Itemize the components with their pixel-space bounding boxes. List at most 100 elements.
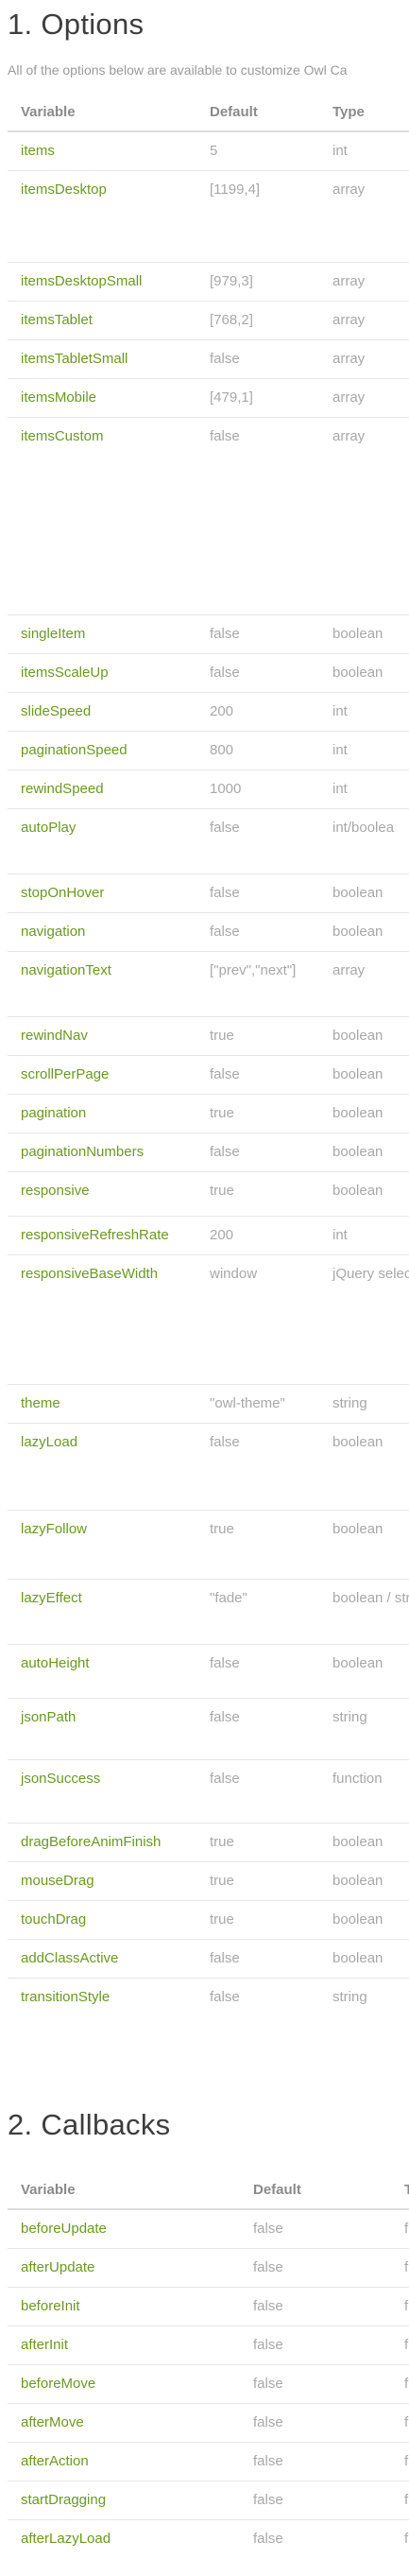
default-cell: 200 [196, 1216, 319, 1255]
default-cell: 800 [196, 731, 319, 770]
type-cell: array [319, 339, 409, 379]
variable-cell: autoHeight [8, 1644, 196, 1699]
type-cell: f [391, 2248, 409, 2288]
type-cell: boolean [319, 1055, 409, 1095]
default-cell: false [240, 2403, 391, 2443]
type-cell: f [404, 2221, 409, 2237]
options-intro-text: All of the options below are available t… [8, 62, 348, 78]
default-cell: false [196, 808, 319, 874]
column-header-type: Type [319, 93, 409, 132]
options-table: Variable Default Type items 5 int itemsDesk… [8, 93, 409, 2016]
type-cell: boolean [319, 873, 409, 913]
default-cell: [479,1] [196, 378, 319, 418]
default-cell: false [196, 1423, 319, 1511]
table-row: beforeUpdate false f [8, 2209, 409, 2249]
table-row: addClassActive false boolean [8, 1939, 409, 1979]
type-cell: boolean [319, 1510, 409, 1580]
variable-cell: afterInit [8, 2325, 240, 2365]
default-cell: false [240, 2442, 391, 2481]
type-cell: boolean [319, 1900, 409, 1940]
column-header-type: T [391, 2170, 409, 2210]
table-row: theme "owl-theme" string [8, 1384, 409, 1424]
table-row: beforeMove false f [8, 2364, 409, 2404]
variable-cell: singleItem [8, 614, 196, 654]
table-row: itemsDesktopSmall [979,3] array [8, 262, 409, 302]
variable-cell: afterAction [8, 2442, 240, 2481]
default-cell: [768,2] [196, 301, 319, 340]
table-row: responsiveBaseWidthwindowjQuery selector [8, 1254, 409, 1385]
options-intro-wrap: All of the options below are available t… [8, 62, 409, 83]
table-row: responsiveRefreshRate 200 int [8, 1216, 409, 1255]
default-cell: "fade" [196, 1579, 319, 1645]
type-cell: boolean [319, 653, 409, 693]
variable-cell: mouseDrag [8, 1861, 196, 1901]
default-cell: window [196, 1254, 319, 1385]
table-row: autoPlay false int/boolea [8, 808, 409, 874]
default-cell: false [240, 2519, 391, 2558]
column-header-variable: Variable [8, 93, 196, 132]
default-cell: 200 [196, 692, 319, 732]
default-cell: false [196, 614, 319, 654]
variable-cell: stopOnHover [8, 873, 196, 913]
table-row: transitionStyle false string [8, 1978, 409, 2016]
table-row: itemsDesktop [1199,4] array [8, 170, 409, 263]
table-row: dragBeforeAnimFinish true boolean [8, 1823, 409, 1862]
variable-cell: touchDrag [8, 1900, 196, 1940]
default-cell: true [196, 1016, 319, 1056]
variable-cell: lazyEffect [8, 1579, 196, 1645]
variable-cell: beforeUpdate [21, 2221, 107, 2237]
type-cell: int/boolea [319, 808, 409, 874]
type-cell: boolean [319, 1861, 409, 1901]
variable-cell: itemsTabletSmall [8, 339, 196, 379]
variable-cell: paginationSpeed [8, 731, 196, 770]
type-cell: int [319, 731, 409, 770]
table-row: jsonPath false string [8, 1698, 409, 1760]
variable-cell: itemsTablet [8, 301, 196, 340]
type-cell: array [319, 417, 409, 615]
type-cell: boolean [319, 614, 409, 654]
variable-cell: scrollPerPage [8, 1055, 196, 1095]
variable-cell: lazyLoad [8, 1423, 196, 1511]
variable-cell: itemsDesktop [8, 170, 196, 263]
default-cell: false [196, 912, 319, 952]
default-cell: false [240, 2248, 391, 2288]
type-cell: array [319, 170, 409, 263]
table-row: paginationNumbers false boolean [8, 1132, 409, 1172]
type-cell: boolean [319, 1644, 409, 1699]
variable-cell: beforeMove [8, 2364, 240, 2404]
type-cell: array [319, 301, 409, 340]
default-cell: true [196, 1510, 319, 1580]
callbacks-table-body: beforeUpdate false f afterUpdate false f befor… [8, 2209, 409, 2558]
type-cell: boolean [319, 1423, 409, 1511]
table-row: slideSpeed 200 int [8, 692, 409, 732]
default-cell: false [196, 1759, 319, 1824]
default-cell: 1000 [196, 769, 319, 809]
variable-cell: theme [8, 1384, 196, 1424]
default-cell: false [196, 1055, 319, 1095]
options-table-wrap: Variable Default Type items 5 int itemsDesk… [8, 93, 409, 2101]
table-row: afterAction false f [8, 2442, 409, 2481]
table-row: lazyLoad false boolean [8, 1423, 409, 1511]
default-cell: 5 [210, 143, 218, 159]
variable-cell: navigationText [8, 951, 196, 1017]
variable-cell: rewindSpeed [8, 769, 196, 809]
table-row: itemsMobile [479,1] array [8, 378, 409, 418]
table-row: itemsTabletSmall false array [8, 339, 409, 379]
type-cell: string [319, 1384, 409, 1424]
callbacks-header-row: Variable Default T [8, 2170, 409, 2210]
table-row: mouseDrag true boolean [8, 1861, 409, 1901]
default-cell: true [196, 1900, 319, 1940]
type-cell: boolean [319, 1171, 409, 1217]
variable-cell: autoPlay [8, 808, 196, 874]
table-row: touchDrag true boolean [8, 1900, 409, 1940]
variable-cell: responsive [8, 1171, 196, 1217]
variable-cell: itemsScaleUp [8, 653, 196, 693]
table-row: rewindSpeed 1000 int [8, 769, 409, 809]
table-row: afterLazyLoad false f [8, 2519, 409, 2558]
variable-cell: startDragging [8, 2481, 240, 2520]
type-cell: boolean [319, 1939, 409, 1979]
table-row: lazyFollow true boolean [8, 1510, 409, 1580]
table-row: scrollPerPage false boolean [8, 1055, 409, 1095]
default-cell: true [196, 1861, 319, 1901]
variable-cell: responsiveRefreshRate [8, 1216, 196, 1255]
